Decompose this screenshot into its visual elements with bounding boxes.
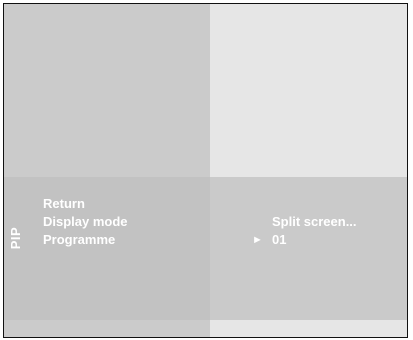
menu-item-label: Display mode: [43, 214, 128, 229]
menu-item-label: Programme: [43, 232, 116, 247]
menu-item-programme[interactable]: Programme ► 01: [43, 231, 393, 249]
programme-value: 01: [272, 232, 287, 247]
menu-item-label: Return: [43, 196, 85, 211]
screen-frame: [3, 3, 408, 338]
menu-item-return[interactable]: Return: [43, 195, 393, 213]
menu-item-display-mode[interactable]: Display mode Split screen...: [43, 213, 393, 231]
pip-menu: Return Display mode Split screen... Prog…: [43, 195, 393, 249]
display-mode-value: Split screen...: [272, 214, 357, 229]
selection-arrow-icon: ►: [252, 234, 263, 246]
pip-menu-title: PIP: [8, 226, 23, 250]
